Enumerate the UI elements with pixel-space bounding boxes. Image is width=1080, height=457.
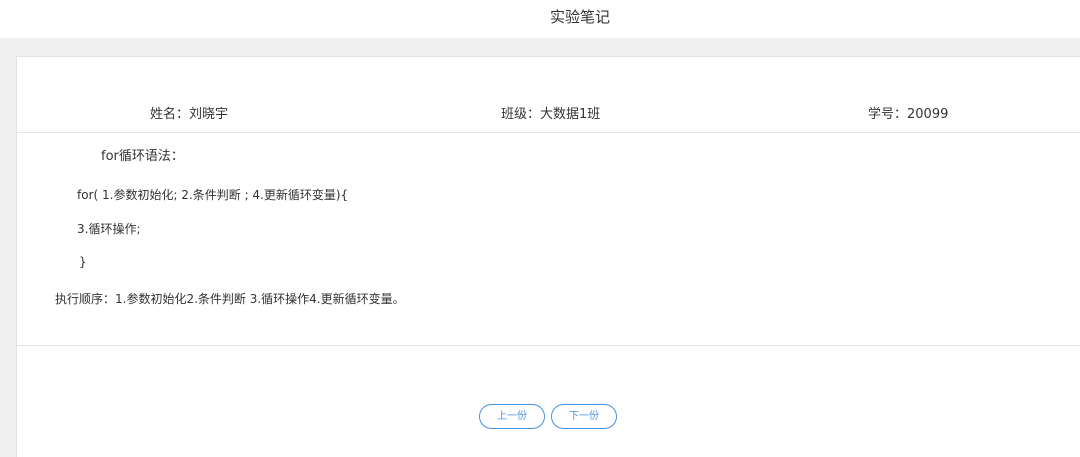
note-line: 3.循环操作; (77, 222, 141, 236)
page-header: 实验笔记 (0, 0, 1080, 38)
note-line: } (79, 255, 87, 269)
next-note-button[interactable]: 下一份 (551, 404, 617, 429)
student-class: 班级：大数据1班 (501, 107, 601, 122)
note-line: for( 1.参数初始化; 2.条件判断 ; 4.更新循环变量){ (77, 188, 349, 202)
student-id: 学号：20099 (868, 107, 949, 122)
note-content: for循环语法： for( 1.参数初始化; 2.条件判断 ; 4.更新循环变量… (17, 134, 1080, 346)
note-card: 姓名：刘晓宇 班级：大数据1班 学号：20099 for循环语法： for( 1… (16, 56, 1080, 457)
student-info-row: 姓名：刘晓宇 班级：大数据1班 学号：20099 (17, 57, 1080, 133)
student-name: 姓名：刘晓宇 (150, 107, 229, 122)
note-line: for循环语法： (101, 149, 184, 164)
prev-note-button[interactable]: 上一份 (479, 404, 545, 429)
note-line: 执行顺序：1.参数初始化2.条件判断 3.循环操作4.更新循环变量。 (55, 292, 405, 306)
page-title: 实验笔记 (549, 8, 610, 26)
